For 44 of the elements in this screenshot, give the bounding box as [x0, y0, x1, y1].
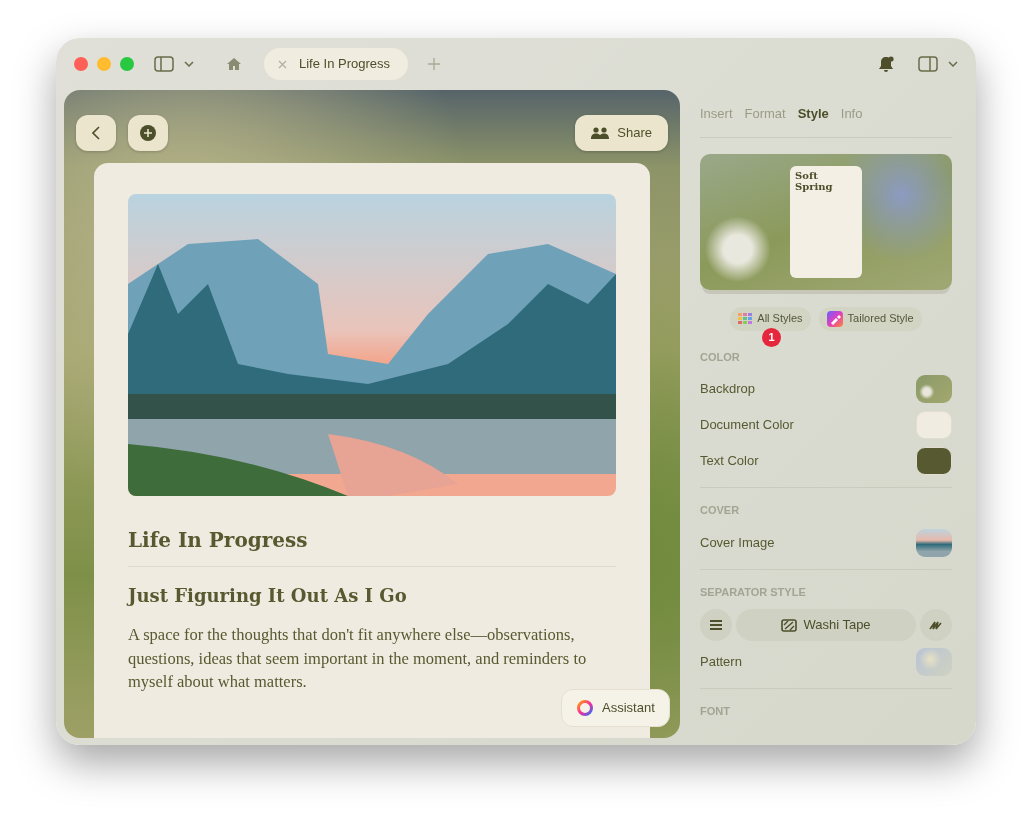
all-styles-button[interactable]: All Styles	[730, 306, 811, 331]
assistant-button[interactable]: Assistant	[561, 689, 670, 727]
bell-icon[interactable]	[878, 56, 894, 72]
section-heading: FONT	[700, 704, 731, 719]
document-subtitle: Just Figuring It Out As I Go	[128, 585, 408, 607]
section-heading: SEPARATOR STYLE	[700, 584, 807, 600]
cover-thumbnail[interactable]	[916, 528, 952, 557]
setting-label: Text Color	[700, 452, 759, 471]
plus-circle-icon	[140, 124, 156, 141]
chevron-down-icon[interactable]	[184, 61, 194, 67]
sidebar-icon[interactable]	[154, 56, 174, 72]
backdrop-thumbnail[interactable]	[916, 375, 952, 403]
setting-label: Pattern	[700, 653, 742, 672]
share-button[interactable]: Share	[575, 114, 668, 151]
setting-label: Backdrop	[700, 380, 755, 399]
add-button[interactable]	[128, 114, 168, 151]
close-button[interactable]	[74, 57, 88, 71]
separator-style-button[interactable]: Washi Tape	[736, 609, 916, 641]
pattern-thumbnail[interactable]	[916, 648, 952, 676]
scribble-icon	[929, 619, 943, 631]
section-heading: COLOR	[700, 349, 741, 365]
list-style-button[interactable]	[700, 609, 732, 641]
back-button[interactable]	[76, 114, 116, 151]
people-icon	[591, 126, 610, 139]
tape-icon	[781, 618, 798, 632]
brush-icon	[826, 310, 843, 327]
tailored-style-button[interactable]: Tailored Style	[818, 306, 922, 331]
inspector-icon[interactable]	[918, 56, 938, 72]
chevron-down-icon[interactable]	[948, 61, 958, 67]
grid-icon	[738, 313, 753, 324]
ring-icon	[576, 699, 594, 717]
document-title: Life In Progress	[128, 528, 616, 567]
inspector-tab[interactable]: Style	[797, 104, 829, 124]
section-heading: COVER	[700, 503, 741, 518]
lines-icon	[710, 620, 722, 630]
color-swatch[interactable]	[916, 411, 952, 439]
browser-tab[interactable]: Life In Progress	[264, 48, 409, 80]
style-title: Soft Spring	[795, 169, 834, 193]
home-icon[interactable]	[226, 57, 242, 71]
setting-label: Cover Image	[700, 533, 775, 552]
scribble-button[interactable]	[920, 609, 952, 641]
color-swatch[interactable]	[916, 447, 952, 475]
chevron-left-icon	[92, 125, 100, 140]
setting-label: Document Color	[700, 416, 794, 435]
